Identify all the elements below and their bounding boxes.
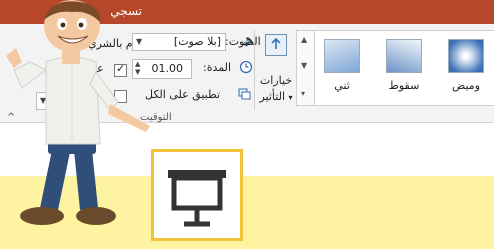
scroll-down-icon[interactable]: ▼ [301,61,307,70]
effect-options-button[interactable]: خيارات التأثير ▾ [256,30,294,110]
sound-value: [بلا صوت] [173,35,221,48]
transition-fold[interactable]: ثني [315,31,369,105]
scroll-up-icon[interactable]: ▲ [301,35,307,44]
effect-options-icon [265,34,287,56]
effect-options-label: خيارات [259,74,293,87]
clock-icon [239,60,253,74]
transition-label: ثني [334,79,350,92]
transition-label: وميض [452,79,480,92]
ribbon-separator [254,30,255,110]
transition-fall-over[interactable]: سقوط [377,31,431,105]
duration-label: المدة: [203,61,232,74]
transition-flash[interactable]: وميض [439,31,493,105]
apply-all-icon [238,88,251,100]
fold-thumbnail-icon [324,39,360,73]
transition-label: سقوط [388,79,420,92]
fall-over-thumbnail-icon [386,39,422,73]
flash-thumbnail-icon [448,39,484,73]
gallery-scrollbar[interactable]: ▲ ▼ ▾ [296,30,315,106]
transitions-gallery: ثني سقوط وميض [314,30,494,106]
more-icon[interactable]: ▾ [301,89,305,98]
effect-options-label-2: التأثير ▾ [259,90,293,103]
cartoon-character [6,0,150,225]
